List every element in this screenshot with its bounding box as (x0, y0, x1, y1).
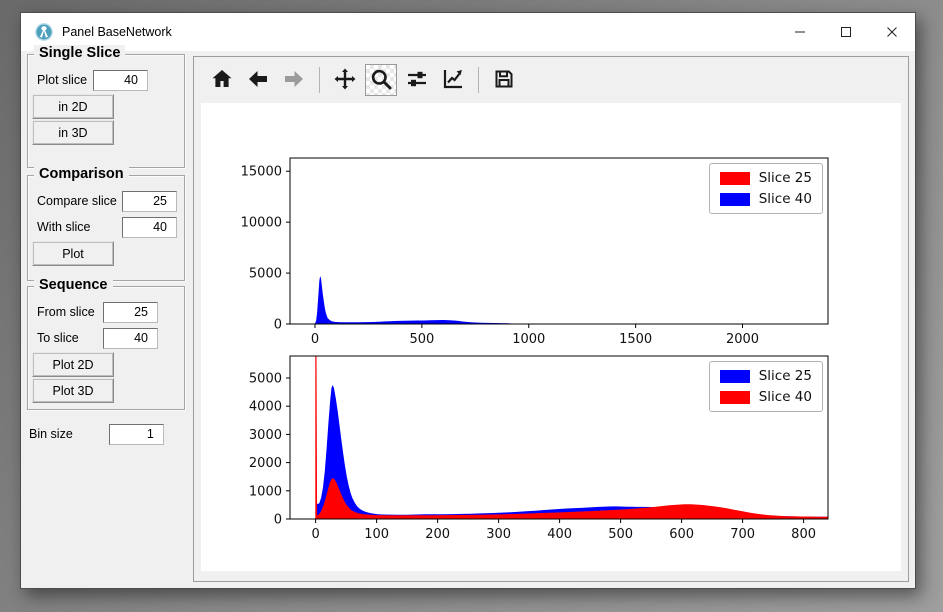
group-title-sequence: Sequence (34, 277, 113, 293)
plot-3d-button[interactable]: Plot 3D (32, 378, 114, 403)
plot-slice-label: Plot slice (37, 73, 87, 87)
to-slice-row: To slice (32, 325, 180, 351)
back-arrow-icon (246, 67, 270, 94)
zoom-button[interactable] (365, 64, 397, 96)
legend-swatch-red (720, 172, 750, 185)
legend-bottom-chart: Slice 25 Slice 40 (709, 361, 823, 412)
sliders-icon (405, 67, 429, 94)
plot-2d-button[interactable]: Plot 2D (32, 352, 114, 377)
titlebar[interactable]: Panel BaseNetwork (21, 13, 915, 51)
app-window: Panel BaseNetwork Single Slice Plot slic… (20, 12, 916, 589)
compare-slice-input[interactable] (122, 191, 177, 212)
bin-size-row: Bin size (27, 422, 185, 446)
window-title: Panel BaseNetwork (62, 25, 172, 39)
svg-text:300: 300 (486, 527, 511, 542)
matplotlib-toolbar (194, 57, 908, 103)
close-button[interactable] (869, 13, 915, 51)
svg-text:100: 100 (364, 527, 389, 542)
svg-text:5000: 5000 (249, 371, 282, 386)
from-slice-label: From slice (37, 305, 95, 319)
svg-text:1000: 1000 (249, 484, 282, 499)
compare-slice-row: Compare slice (32, 188, 180, 214)
svg-text:2000: 2000 (726, 332, 759, 347)
svg-text:500: 500 (608, 527, 633, 542)
configure-subplots-button[interactable] (401, 64, 433, 96)
line-chart-icon (441, 67, 465, 94)
legend-swatch-blue (720, 193, 750, 206)
legend-label: Slice 40 (759, 191, 812, 207)
plot-panel: 0500100015002000050001000015000010020030… (193, 56, 909, 582)
group-comparison: Comparison Compare slice With slice Plot (27, 175, 185, 281)
legend-entry: Slice 40 (720, 389, 812, 405)
svg-text:400: 400 (547, 527, 572, 542)
with-slice-label: With slice (37, 220, 90, 234)
svg-text:200: 200 (425, 527, 450, 542)
svg-text:0: 0 (311, 527, 319, 542)
bin-size-label: Bin size (29, 427, 73, 441)
maximize-button[interactable] (823, 13, 869, 51)
legend-entry: Slice 25 (720, 368, 812, 384)
svg-text:1000: 1000 (512, 332, 545, 347)
svg-text:700: 700 (730, 527, 755, 542)
home-button[interactable] (206, 64, 238, 96)
zoom-magnifier-icon (369, 67, 393, 94)
from-slice-row: From slice (32, 299, 180, 325)
svg-text:500: 500 (409, 332, 434, 347)
legend-top-chart: Slice 25 Slice 40 (709, 163, 823, 214)
plot-slice-row: Plot slice (32, 67, 180, 93)
toolbar-separator (319, 67, 320, 93)
legend-entry: Slice 40 (720, 191, 812, 207)
tk-feather-app-icon (35, 23, 53, 41)
edit-axes-button[interactable] (437, 64, 469, 96)
svg-text:600: 600 (669, 527, 694, 542)
figure-canvas[interactable]: 0500100015002000050001000015000010020030… (201, 103, 901, 571)
legend-label: Slice 25 (759, 368, 812, 384)
toolbar-separator (478, 67, 479, 93)
legend-swatch-blue (720, 370, 750, 383)
with-slice-row: With slice (32, 214, 180, 240)
svg-text:15000: 15000 (241, 165, 282, 180)
legend-label: Slice 40 (759, 389, 812, 405)
in-2d-button[interactable]: in 2D (32, 94, 114, 119)
minimize-button[interactable] (777, 13, 823, 51)
from-slice-input[interactable] (103, 302, 158, 323)
plot-slice-input[interactable] (93, 70, 148, 91)
sidebar: Single Slice Plot slice in 2D in 3D Comp… (27, 51, 185, 446)
plot-comparison-button[interactable]: Plot (32, 241, 114, 266)
forward-button[interactable] (278, 64, 310, 96)
svg-text:2000: 2000 (249, 456, 282, 471)
pan-arrows-icon (333, 67, 357, 94)
svg-text:1500: 1500 (619, 332, 652, 347)
svg-text:0: 0 (274, 513, 282, 528)
svg-text:0: 0 (274, 318, 282, 333)
svg-text:800: 800 (791, 527, 816, 542)
client-area: Single Slice Plot slice in 2D in 3D Comp… (21, 51, 915, 588)
svg-text:0: 0 (311, 332, 319, 347)
group-title-single-slice: Single Slice (34, 45, 125, 61)
home-icon (210, 67, 234, 94)
to-slice-label: To slice (37, 331, 79, 345)
svg-text:5000: 5000 (249, 267, 282, 282)
with-slice-input[interactable] (122, 217, 177, 238)
back-button[interactable] (242, 64, 274, 96)
legend-swatch-red (720, 391, 750, 404)
svg-text:3000: 3000 (249, 428, 282, 443)
legend-label: Slice 25 (759, 170, 812, 186)
bin-size-input[interactable] (109, 424, 164, 445)
save-button[interactable] (488, 64, 520, 96)
to-slice-input[interactable] (103, 328, 158, 349)
in-3d-button[interactable]: in 3D (32, 120, 114, 145)
save-floppy-icon (492, 67, 516, 94)
compare-slice-label: Compare slice (37, 194, 117, 208)
pan-button[interactable] (329, 64, 361, 96)
window-controls (777, 13, 915, 51)
group-single-slice: Single Slice Plot slice in 2D in 3D (27, 54, 185, 168)
group-title-comparison: Comparison (34, 166, 129, 182)
forward-arrow-icon (282, 67, 306, 94)
legend-entry: Slice 25 (720, 170, 812, 186)
svg-text:10000: 10000 (241, 216, 282, 231)
svg-text:4000: 4000 (249, 400, 282, 415)
group-sequence: Sequence From slice To slice Plot 2D Plo… (27, 286, 185, 410)
